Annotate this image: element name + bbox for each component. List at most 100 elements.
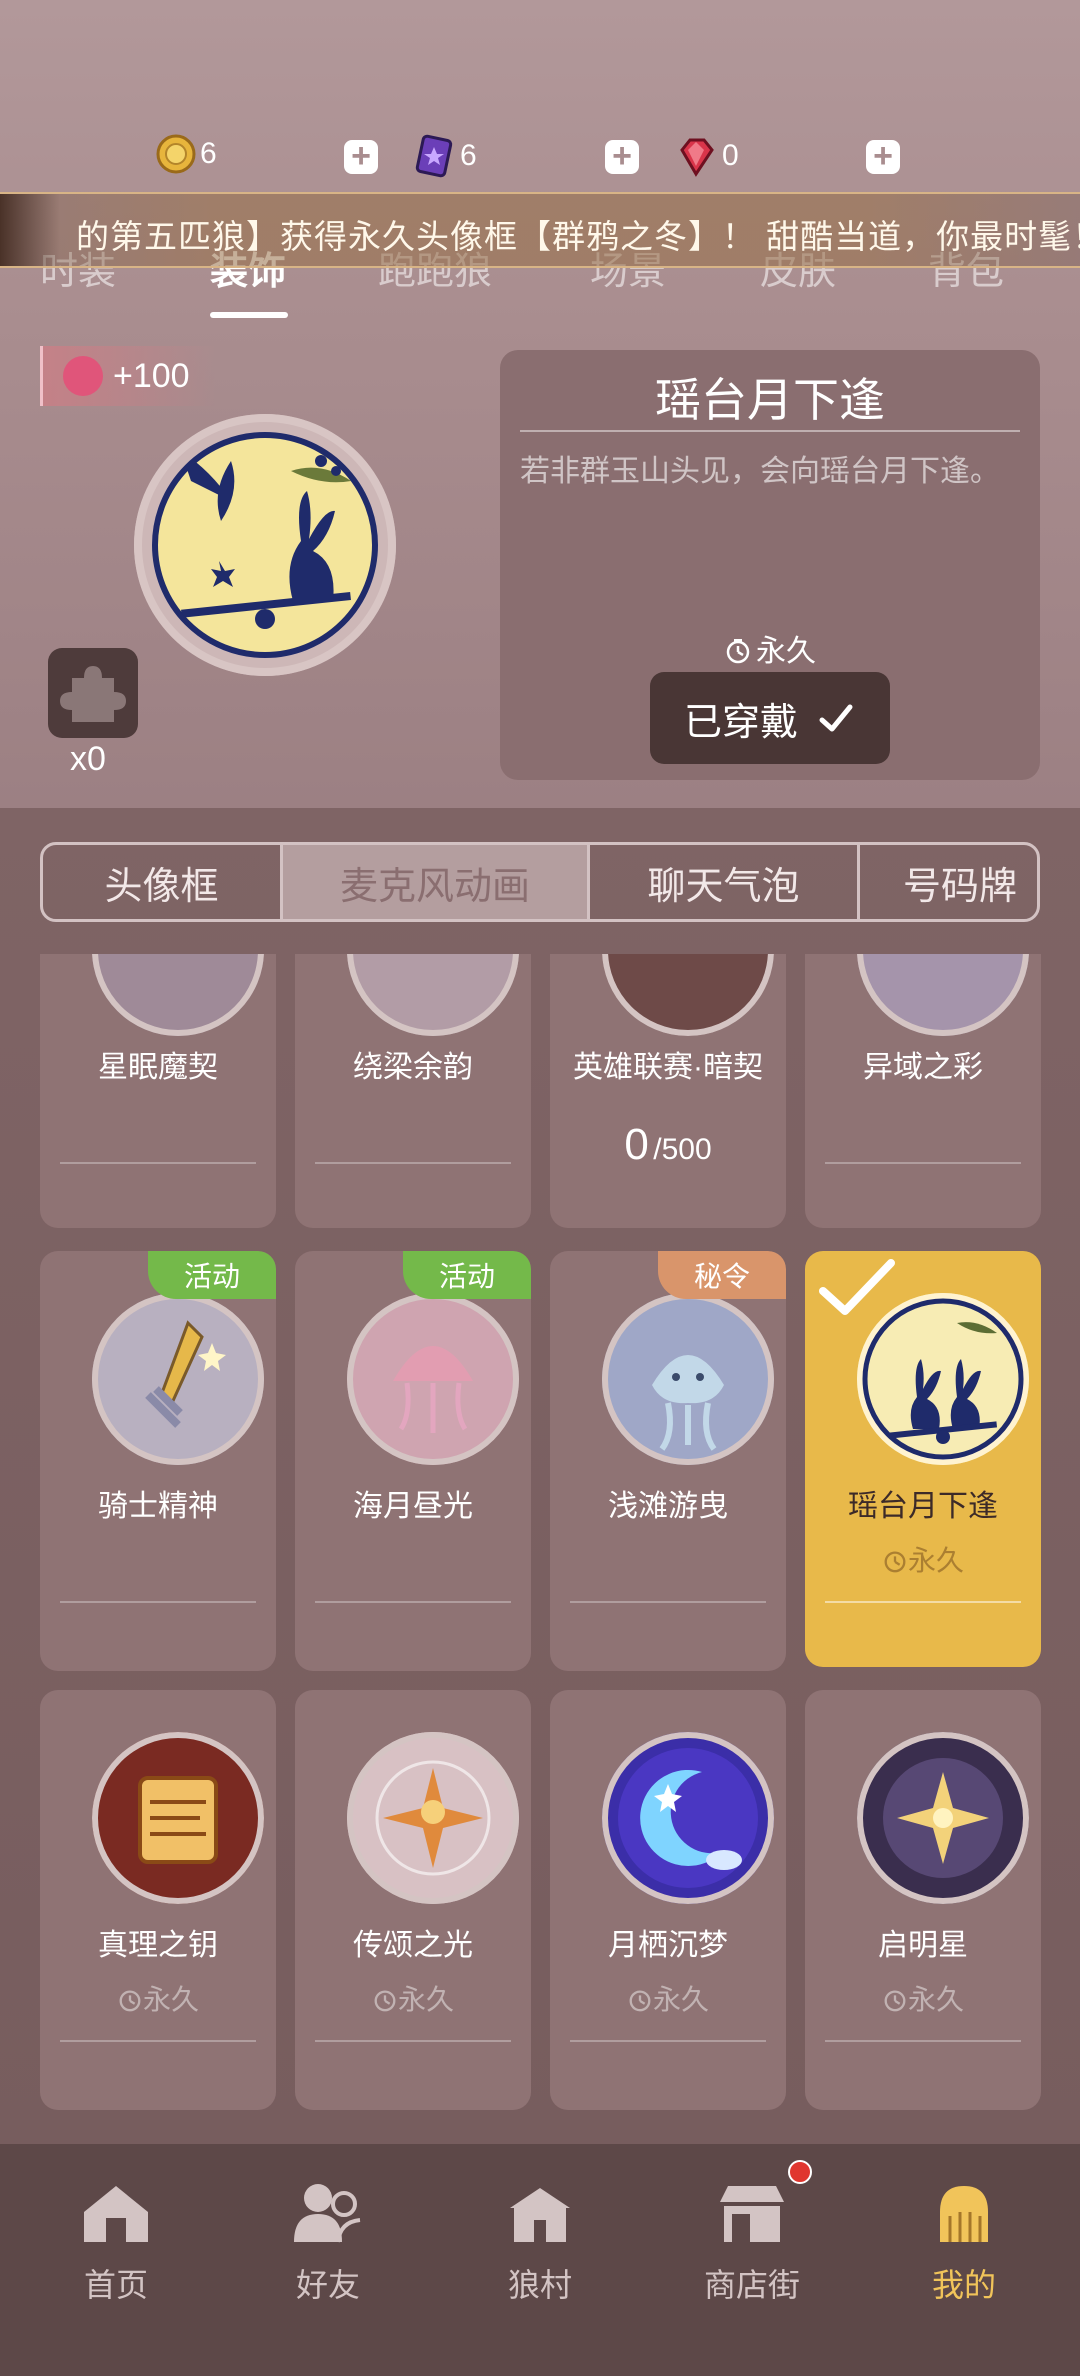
item-card[interactable]: 星眠魔契 (40, 954, 276, 1228)
item-name: 月栖沉梦 (608, 1929, 728, 1962)
item-name: 绕梁余韵 (353, 1051, 473, 1084)
coin-counter: 6 (156, 134, 217, 174)
item-duration: 永久 (500, 626, 1040, 670)
card-divider (315, 1162, 511, 1164)
item-icon (92, 954, 264, 1036)
banner-cap (0, 194, 60, 266)
duration-text: 永久 (907, 1545, 964, 1576)
moon-rabbit-icon (152, 432, 378, 658)
item-card[interactable]: 传颂之光 永久 (295, 1690, 531, 2110)
crescent-moon-icon (602, 1732, 774, 1904)
moon-rabbit-icon (857, 1293, 1029, 1465)
card-divider (315, 1601, 511, 1603)
nav-label: 首页 (83, 2267, 148, 2303)
friends-icon (294, 2184, 361, 2243)
item-duration: 永久 (805, 1978, 1041, 2018)
progress-current: 0 (624, 1120, 649, 1169)
add-gem-button[interactable]: + (866, 139, 900, 174)
wear-label: 已穿戴 (683, 701, 798, 744)
nav-profile[interactable]: 我的 (884, 2164, 1044, 2344)
village-icon (510, 2188, 570, 2242)
score-value: +100 (113, 356, 190, 395)
announcement-banner: 的第五匹狼】获得永久头像框【群鸦之冬】！ 甜酷当道，你最时髦！ (0, 192, 1080, 268)
nav-friends[interactable]: 好友 (248, 2164, 408, 2344)
card-divider (315, 2040, 511, 2042)
card-divider (60, 2040, 256, 2042)
card-divider (825, 1162, 1021, 1164)
timer-icon (629, 1990, 651, 2012)
timer-icon (884, 1551, 906, 1573)
preview-avatar (134, 414, 396, 676)
shallow-ghost-icon (602, 1293, 774, 1465)
subtab-avatar-frame[interactable]: 头像框 (43, 845, 283, 919)
item-card[interactable]: 真理之钥 永久 (40, 1690, 276, 2110)
add-card-button[interactable]: + (605, 139, 639, 174)
timer-icon (884, 1990, 906, 2012)
morning-star-icon (857, 1732, 1029, 1904)
item-icon (602, 954, 774, 1036)
item-name: 浅滩游曳 (608, 1490, 728, 1523)
nav-label: 我的 (931, 2267, 996, 2303)
pink-gem-icon (63, 356, 103, 396)
duration-text: 永久 (907, 1984, 964, 2015)
item-duration: 永久 (550, 1978, 786, 2018)
shop-notification-badge (788, 2160, 812, 2184)
shop-icon (720, 2186, 784, 2242)
item-card[interactable]: 绕梁余韵 (295, 954, 531, 1228)
add-coin-button[interactable]: + (344, 139, 378, 174)
item-card[interactable]: 活动 骑士精神 (40, 1251, 276, 1671)
event-tag: 活动 (148, 1251, 276, 1299)
card-divider (60, 1162, 256, 1164)
item-duration: 永久 (295, 1978, 531, 2018)
item-description: 若非群玉山头见，会向瑶台月下逢。 (520, 455, 1000, 488)
item-name: 瑶台月下逢 (848, 1490, 998, 1523)
nav-label: 好友 (295, 2267, 360, 2303)
title-divider (520, 430, 1020, 432)
item-name: 骑士精神 (98, 1490, 218, 1523)
card-divider (825, 2040, 1021, 2042)
coin-value: 6 (200, 137, 217, 170)
wear-button[interactable]: 已穿戴 (650, 672, 890, 764)
item-name: 启明星 (878, 1929, 968, 1962)
puzzle-count: x0 (70, 740, 106, 778)
subtab-chat-bubble[interactable]: 聊天气泡 (590, 845, 860, 919)
item-title: 瑶台月下逢 (655, 374, 885, 426)
nav-shop-street[interactable]: 商店街 (672, 2164, 832, 2344)
nav-label: 狼村 (507, 2267, 572, 2303)
item-info-card: 瑶台月下逢 若非群玉山头见，会向瑶台月下逢。 永久 已穿戴 (500, 350, 1040, 780)
purple-card-icon (415, 134, 453, 178)
gem-counter: 0 (674, 134, 739, 178)
jellyfish-icon (347, 1293, 519, 1465)
item-duration: 永久 (805, 1539, 1041, 1579)
progress-max: /500 (653, 1133, 712, 1166)
subtab-mic-animation[interactable]: 麦克风动画 (280, 845, 590, 919)
subtab-number-plate[interactable]: 号码牌 (860, 845, 1037, 919)
puzzle-button[interactable] (48, 648, 138, 738)
radiant-star-icon (347, 1732, 519, 1904)
item-card[interactable]: 月栖沉梦 永久 (550, 1690, 786, 2110)
item-icon (347, 954, 519, 1036)
card-divider (60, 1601, 256, 1603)
item-duration: 永久 (40, 1978, 276, 2018)
item-card[interactable]: 启明星 永久 (805, 1690, 1041, 2110)
event-tag: 活动 (403, 1251, 531, 1299)
red-gem-icon (680, 138, 714, 177)
item-card[interactable]: 活动 海月昼光 (295, 1251, 531, 1671)
duration-text: 永久 (652, 1984, 709, 2015)
gem-value: 0 (722, 139, 739, 172)
active-tab-indicator (210, 312, 288, 318)
score-badge: +100 (40, 346, 216, 406)
timer-icon (726, 639, 750, 664)
coin-icon (156, 134, 196, 174)
check-icon (819, 704, 853, 732)
nav-home[interactable]: 首页 (36, 2164, 196, 2344)
card-divider (570, 2040, 766, 2042)
subcategory-tabs: 头像框 麦克风动画 聊天气泡 号码牌 (40, 842, 1040, 922)
announcement-text: 的第五匹狼】获得永久头像框【群鸦之冬】！ 甜酷当道，你最时髦！ (76, 218, 1080, 255)
item-card[interactable]: 英雄联赛·暗契 0 /500 (550, 954, 786, 1228)
item-card[interactable]: 秘令 浅滩游曳 (550, 1251, 786, 1671)
nav-village[interactable]: 狼村 (460, 2164, 620, 2344)
item-card-selected[interactable]: 瑶台月下逢 永久 (805, 1251, 1041, 1667)
duration-text: 永久 (142, 1984, 199, 2015)
item-card[interactable]: 异域之彩 (805, 954, 1041, 1228)
